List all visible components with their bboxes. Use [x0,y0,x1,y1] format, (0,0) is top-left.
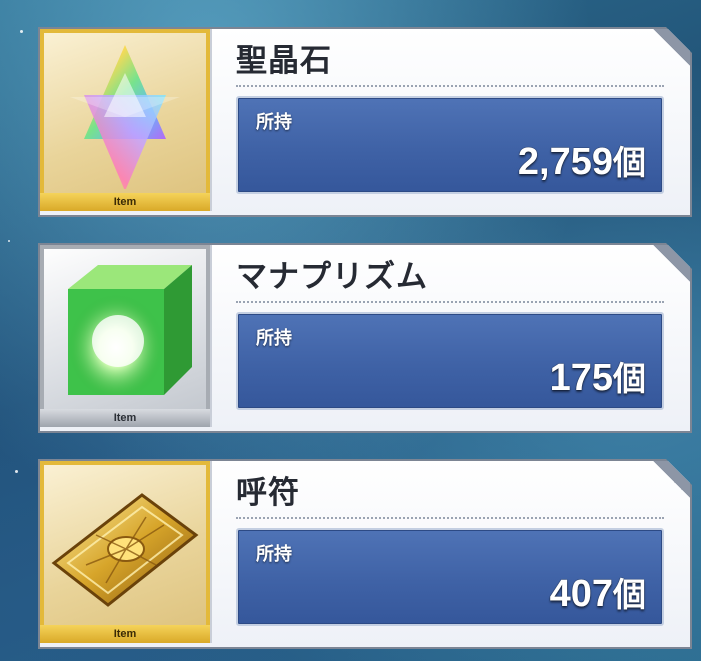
item-name: 聖晶石 [236,43,332,79]
owned-count: 407個 [550,568,646,616]
background-sparkle [20,30,23,33]
owned-count: 2,759個 [518,136,646,184]
item-thumbnail: Item [40,461,212,643]
divider [236,85,664,87]
owned-panel: 所持 2,759個 [236,96,664,194]
count-value: 407 [549,573,613,615]
item-card-saint-quartz[interactable]: Item 聖晶石 所持 2,759個 [38,27,692,217]
thumbnail-frame [40,29,210,211]
item-thumbnail: Item [40,245,212,427]
divider [236,517,664,519]
count-unit: 個 [613,575,646,614]
divider [236,301,664,303]
item-type-tag: Item [40,193,210,211]
item-thumbnail: Item [40,29,212,211]
owned-panel: 所持 175個 [236,312,664,410]
count-value: 2,759 [517,141,613,183]
count-unit: 個 [613,143,646,182]
thumbnail-frame [40,461,210,643]
owned-label: 所持 [256,544,292,565]
thumbnail-frame [40,245,210,427]
item-name: 呼符 [236,475,300,511]
count-value: 175 [549,357,613,399]
owned-count: 175個 [550,352,646,400]
item-type-tag: Item [40,625,210,643]
item-card-mana-prism[interactable]: Item マナプリズム 所持 175個 [38,243,692,433]
count-unit: 個 [613,359,646,398]
item-name: マナプリズム [236,259,428,295]
owned-panel: 所持 407個 [236,528,664,626]
owned-label: 所持 [256,112,292,133]
background-sparkle [15,470,18,473]
background-sparkle [8,240,10,242]
owned-label: 所持 [256,328,292,349]
item-type-tag: Item [40,409,210,427]
item-card-summon-ticket[interactable]: Item 呼符 所持 407個 [38,459,692,649]
